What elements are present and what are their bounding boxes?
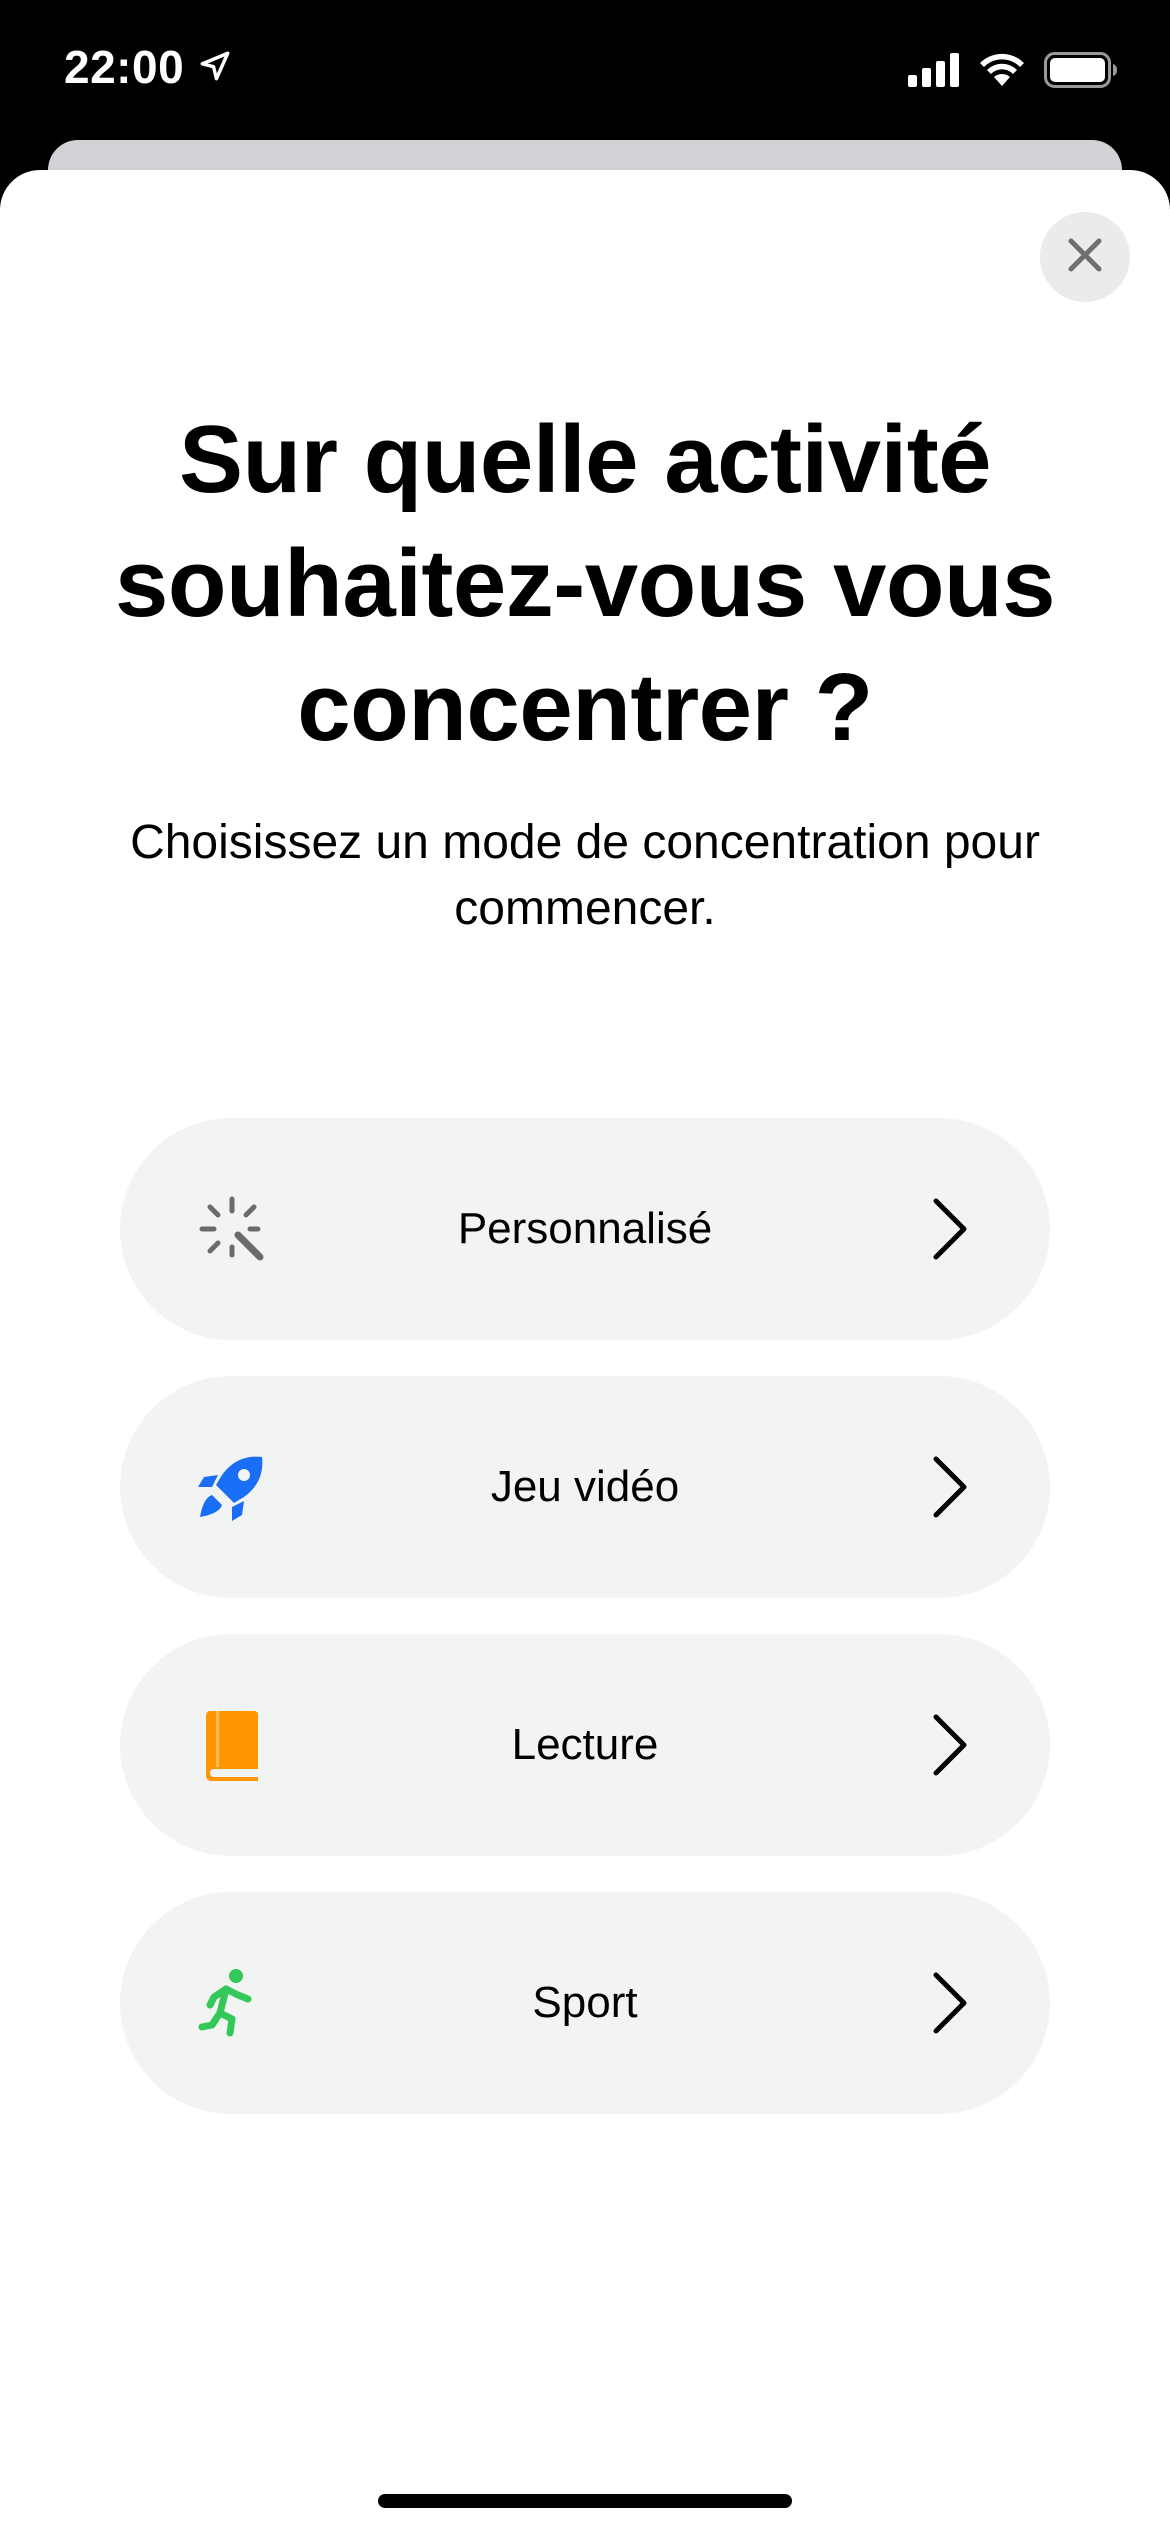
option-personnalise[interactable]: Personnalisé [120, 1118, 1050, 1340]
option-label: Lecture [511, 1720, 659, 1769]
close-icon [1065, 235, 1105, 280]
option-label: Sport [532, 1978, 638, 2027]
option-sport[interactable]: Sport [120, 1892, 1050, 2114]
home-indicator[interactable] [378, 2494, 792, 2508]
chevron-right-icon [930, 1455, 970, 1519]
battery-icon [1044, 52, 1118, 93]
option-label: Jeu vidéo [490, 1462, 680, 1511]
option-lecture[interactable]: Lecture [120, 1634, 1050, 1856]
status-time-group: 22:00 [64, 40, 232, 94]
option-jeu-video[interactable]: Jeu vidéo [120, 1376, 1050, 1598]
status-indicators [908, 52, 1118, 93]
location-arrow-icon [198, 40, 232, 94]
status-time: 22:00 [64, 41, 185, 93]
chevron-right-icon [930, 1197, 970, 1261]
chevron-right-icon [930, 1713, 970, 1777]
page-subtitle: Choisissez un mode de concentration pour… [130, 816, 1040, 935]
status-bar: 22:00 [0, 0, 1170, 140]
page-title: Sur quelle activité souhaitez-vous vous … [115, 406, 1056, 761]
close-button[interactable] [1040, 212, 1130, 302]
option-label: Personnalisé [457, 1204, 713, 1253]
chevron-right-icon [930, 1971, 970, 2035]
wifi-icon [978, 52, 1026, 93]
cellular-signal-icon [908, 53, 960, 92]
focus-mode-sheet: Sur quelle activité souhaitez-vous vous … [0, 170, 1170, 2532]
